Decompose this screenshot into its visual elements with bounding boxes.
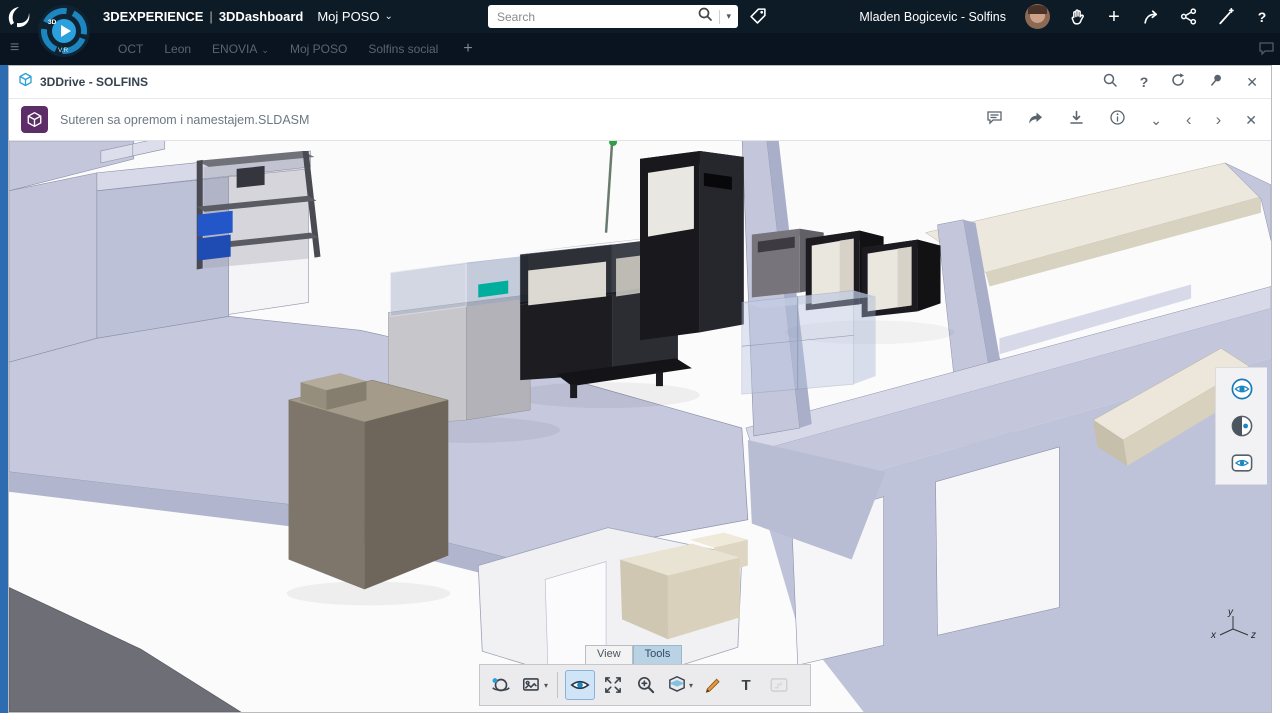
tab-enovia[interactable]: ENOVIA⌄ xyxy=(212,42,290,56)
3ddrive-window: 3DDrive - SOLFINS ? ✕ xyxy=(8,65,1272,713)
tab-view[interactable]: View xyxy=(585,645,633,664)
section-button[interactable]: ▾ xyxy=(664,670,695,700)
prev-icon[interactable]: ‹ xyxy=(1186,111,1192,128)
dashboard-context[interactable]: Moj POSO xyxy=(317,9,379,24)
info-icon[interactable] xyxy=(1109,109,1126,131)
add-icon[interactable]: + xyxy=(1104,7,1124,27)
compass-3d-label: 3D xyxy=(48,19,57,26)
tab-solfins-social[interactable]: Solfins social xyxy=(368,42,459,56)
hand-icon[interactable] xyxy=(1067,7,1087,27)
share-arrow-icon[interactable] xyxy=(1141,7,1161,27)
axis-z-label: z xyxy=(1250,630,1256,639)
widget-close-icon[interactable]: ✕ xyxy=(1246,75,1258,89)
title-separator: | xyxy=(209,9,212,24)
show-hide-button[interactable] xyxy=(565,670,595,700)
view-tools-toolbar: View Tools ▾ xyxy=(479,645,811,706)
widget-refresh-icon[interactable] xyxy=(1170,72,1186,93)
3d-viewport[interactable]: View Tools ▾ xyxy=(9,141,1271,712)
drawing-button[interactable] xyxy=(764,670,794,700)
forward-share-icon[interactable] xyxy=(1027,109,1044,131)
search-caret-icon[interactable]: ▾ xyxy=(726,11,731,22)
measure-button[interactable] xyxy=(698,670,728,700)
section-caret-icon: ▾ xyxy=(689,681,693,690)
tab-oct[interactable]: OCT xyxy=(118,42,164,56)
3dexperience-compass-icon[interactable]: 3D V,R xyxy=(37,4,91,63)
tag-icon[interactable] xyxy=(749,7,767,30)
show-eye-button[interactable] xyxy=(1224,375,1260,403)
comment-icon[interactable] xyxy=(986,109,1003,131)
widget-help-icon[interactable]: ? xyxy=(1140,75,1149,89)
text-tool-icon: T xyxy=(741,677,750,694)
show-all-eye-button[interactable] xyxy=(1224,449,1260,477)
search-input[interactable] xyxy=(495,9,697,25)
widget-pin-icon[interactable] xyxy=(1208,72,1224,93)
app-title: 3DEXPERIENCE | 3DDashboard Moj POSO ⌄ xyxy=(103,0,393,33)
fit-all-button[interactable] xyxy=(598,670,628,700)
widget-search-icon[interactable] xyxy=(1102,72,1118,93)
compass-vr-label: V,R xyxy=(58,47,69,54)
more-caret-icon[interactable]: ⌄ xyxy=(1150,113,1162,127)
chat-bubble-icon[interactable] xyxy=(1258,40,1275,60)
search-divider xyxy=(719,10,720,24)
avatar-hair xyxy=(1028,5,1047,14)
document-name[interactable]: Suteren sa opremom i namestajem.SLDASM xyxy=(60,113,309,127)
window-title-bar[interactable]: 3DDrive - SOLFINS ? ✕ xyxy=(9,66,1271,99)
hamburger-icon[interactable]: ≡ xyxy=(10,39,19,57)
tab-moj-poso[interactable]: Moj POSO xyxy=(290,42,368,56)
document-close-icon[interactable]: ✕ xyxy=(1245,113,1257,127)
help-icon[interactable]: ? xyxy=(1252,7,1272,27)
window-title: 3DDrive - SOLFINS xyxy=(40,75,148,89)
user-name[interactable]: Mladen Bogicevic - Solfins xyxy=(859,10,1006,24)
axis-triad: x y z xyxy=(1208,607,1258,644)
top-bar: 3D V,R 3DEXPERIENCE | 3DDashboard Moj PO… xyxy=(0,0,1280,33)
axis-y-label: y xyxy=(1227,607,1234,618)
add-tab-button[interactable]: + xyxy=(459,40,472,58)
3ddrive-app-icon xyxy=(18,72,33,92)
search-box[interactable]: ▾ xyxy=(488,5,738,28)
assembly-file-icon[interactable] xyxy=(21,106,48,133)
document-toolbar: Suteren sa opremom i namestajem.SLDASM xyxy=(9,99,1271,141)
share-network-icon[interactable] xyxy=(1178,7,1198,27)
tab-tools[interactable]: Tools xyxy=(633,645,683,664)
window-edge-strip[interactable] xyxy=(0,65,8,713)
text-button[interactable]: T xyxy=(731,670,761,700)
visibility-panel xyxy=(1215,367,1267,485)
tab-enovia-caret-icon: ⌄ xyxy=(261,45,269,55)
tab-leon[interactable]: Leon xyxy=(164,42,212,56)
wand-icon[interactable] xyxy=(1215,7,1235,27)
hide-eye-button[interactable] xyxy=(1224,412,1260,440)
app-label: 3DDashboard xyxy=(219,9,304,24)
download-icon[interactable] xyxy=(1068,109,1085,131)
user-avatar[interactable] xyxy=(1025,4,1050,29)
3ds-logo-icon xyxy=(3,3,33,36)
zoom-area-button[interactable] xyxy=(631,670,661,700)
next-icon[interactable]: › xyxy=(1216,111,1222,128)
context-caret-icon[interactable]: ⌄ xyxy=(384,11,392,22)
screenshot-button[interactable]: ▾ xyxy=(519,670,550,700)
screenshot-caret-icon: ▾ xyxy=(544,681,548,690)
axis-x-label: x xyxy=(1210,630,1217,639)
brand-label: 3DEXPERIENCE xyxy=(103,9,203,24)
search-icon[interactable] xyxy=(697,6,713,27)
toolbar-divider xyxy=(557,672,558,698)
dashboard-tab-bar: ≡ OCT Leon ENOVIA⌄ Moj POSO Solfins soci… xyxy=(0,33,1280,65)
3d-scene[interactable] xyxy=(9,141,1271,712)
turntable-button[interactable] xyxy=(486,670,516,700)
